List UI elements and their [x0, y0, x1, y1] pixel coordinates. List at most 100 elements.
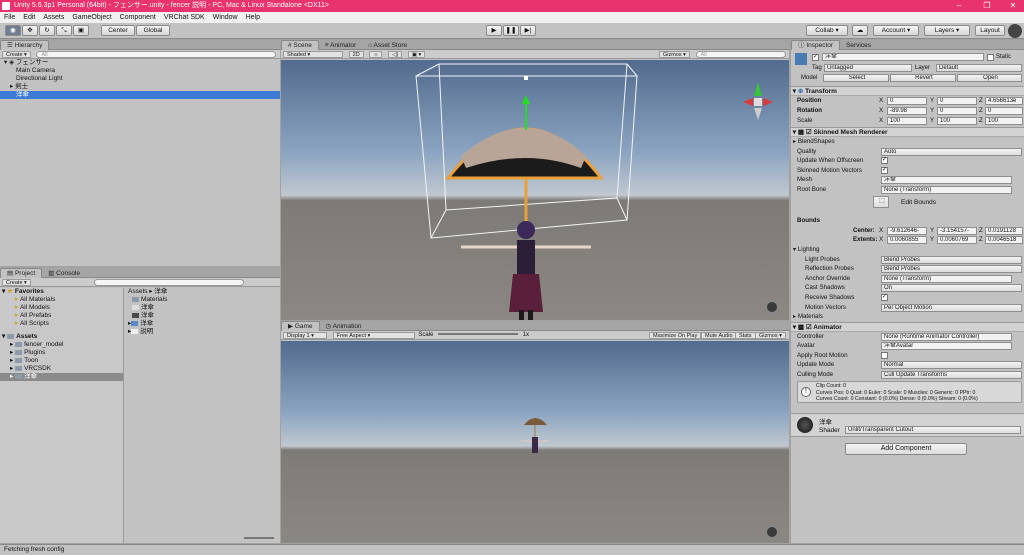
static-checkbox[interactable]: [987, 54, 994, 61]
shader-dropdown[interactable]: Unlit/Transparent Cutout: [845, 426, 1021, 434]
light-probes-dropdown[interactable]: Blend Probes: [881, 255, 1022, 264]
tab-game[interactable]: ▶ Game: [281, 321, 320, 331]
skinned-motion-checkbox[interactable]: ✓: [881, 166, 888, 174]
global-space-button[interactable]: Global: [136, 25, 170, 36]
rotation-y-field[interactable]: 0: [937, 107, 977, 115]
menu-edit[interactable]: Edit: [19, 12, 39, 23]
move-tool-icon[interactable]: ✥: [22, 25, 38, 36]
model-open-button[interactable]: Open: [957, 74, 1022, 82]
position-z-field[interactable]: 4.656613e: [985, 97, 1023, 105]
scale-z-field[interactable]: 100: [985, 117, 1023, 125]
transform-header[interactable]: ▾ ⊕ Transform: [791, 86, 1024, 96]
position-y-field[interactable]: 0: [937, 97, 977, 105]
center-x-field[interactable]: -9.612646-: [887, 226, 927, 235]
menu-assets[interactable]: Assets: [39, 12, 68, 23]
project-search-input[interactable]: [94, 279, 245, 286]
quality-dropdown[interactable]: Auto: [881, 147, 1022, 156]
icon-size-slider[interactable]: [244, 537, 274, 539]
menu-help[interactable]: Help: [242, 12, 264, 23]
lighting-foldout[interactable]: ▾ Lighting: [791, 245, 1024, 255]
mode-2d-toggle[interactable]: 2D: [348, 51, 364, 58]
folder-item[interactable]: ▸ Toon: [0, 357, 123, 365]
update-offscreen-checkbox[interactable]: ✓: [881, 157, 888, 165]
layout-button[interactable]: Layout: [975, 25, 1005, 36]
assets-header[interactable]: ▾ Assets: [0, 333, 123, 341]
scene-root-row[interactable]: ▾ ◈ フェンサー: [0, 59, 280, 67]
asset-item[interactable]: Materials: [126, 296, 280, 304]
play-icon[interactable]: ▶: [486, 25, 502, 36]
position-x-field[interactable]: 0: [887, 97, 927, 105]
maximize-on-play-toggle[interactable]: Maximize On Play: [649, 332, 702, 339]
extents-x-field[interactable]: 0.0060855: [887, 236, 927, 245]
materials-foldout[interactable]: ▸ Materials: [791, 312, 1024, 322]
audio-toggle-icon[interactable]: ◁): [388, 51, 403, 58]
rotation-z-field[interactable]: 0: [985, 107, 1023, 115]
root-bone-field[interactable]: None (Transform): [881, 186, 1012, 194]
cloud-icon[interactable]: ☁: [852, 25, 868, 36]
hierarchy-item[interactable]: Main Camera: [0, 67, 280, 75]
edit-bounds-icon[interactable]: ⬚: [873, 196, 889, 208]
pivot-center-button[interactable]: Center: [101, 25, 135, 36]
active-checkbox[interactable]: ✓: [812, 54, 819, 61]
display-dropdown[interactable]: Display 1 ▾: [283, 332, 327, 339]
menu-component[interactable]: Component: [116, 12, 160, 23]
game-refresh-icon[interactable]: [765, 525, 779, 539]
material-header[interactable]: 洋傘 Shader Unlit/Transparent Cutout: [791, 413, 1024, 437]
rect-tool-icon[interactable]: ▣: [73, 25, 89, 36]
tab-inspector[interactable]: ⓘ Inspector: [791, 40, 841, 50]
folder-item[interactable]: ▸ fencer_model: [0, 341, 123, 349]
tag-dropdown[interactable]: Untagged: [824, 64, 912, 72]
y-axis-arrow-icon[interactable]: [522, 95, 530, 104]
tab-project[interactable]: ▤ Project: [0, 268, 43, 278]
rotation-x-field[interactable]: -89.98: [887, 107, 927, 115]
mesh-field[interactable]: 洋傘: [881, 176, 1012, 185]
orientation-gizmo[interactable]: [743, 82, 773, 120]
hierarchy-item[interactable]: ▸ 剣士: [0, 83, 280, 91]
extents-z-field[interactable]: 0.0046518: [985, 236, 1023, 245]
skinned-mesh-renderer-header[interactable]: ▾ ▦ ☑ Skinned Mesh Renderer: [791, 127, 1024, 137]
root-motion-checkbox[interactable]: [881, 351, 888, 359]
asset-item[interactable]: ▸ 説明: [126, 328, 280, 336]
tab-scene[interactable]: # Scene: [281, 40, 319, 50]
asset-item[interactable]: 洋傘: [126, 304, 280, 312]
favorites-header[interactable]: ▾ ★ Favorites: [0, 288, 123, 296]
effects-dropdown-icon[interactable]: ▣ ▾: [407, 51, 426, 58]
motion-vectors-dropdown[interactable]: Per Object Motion: [881, 303, 1022, 312]
game-viewport[interactable]: [281, 341, 789, 543]
cloud-build-icon[interactable]: [1008, 24, 1022, 38]
asset-item[interactable]: 洋傘: [126, 312, 280, 320]
rotate-tool-icon[interactable]: ↻: [39, 25, 55, 36]
menu-vrchat-sdk[interactable]: VRChat SDK: [160, 12, 209, 23]
minimize-icon[interactable]: –: [950, 0, 968, 12]
lighting-toggle-icon[interactable]: ☼: [369, 51, 383, 58]
folder-item[interactable]: ▸ Plugins: [0, 349, 123, 357]
gizmos-dropdown[interactable]: Gizmos ▾: [659, 51, 690, 58]
model-revert-button[interactable]: Revert: [890, 74, 956, 82]
folder-item[interactable]: ▸ VRCSDK: [0, 365, 123, 373]
layers-button[interactable]: Layers ▾: [924, 25, 970, 36]
scene-search-input[interactable]: All: [695, 51, 786, 58]
aspect-dropdown[interactable]: Free Aspect ▾: [332, 332, 415, 339]
hierarchy-item-selected[interactable]: 洋傘: [0, 91, 280, 99]
tab-hierarchy[interactable]: ☰ Hierarchy: [0, 40, 50, 50]
stats-toggle[interactable]: Stats: [735, 332, 756, 339]
reflection-probes-dropdown[interactable]: Blend Probes: [881, 265, 1022, 274]
object-name-field[interactable]: 洋傘: [822, 53, 984, 61]
extents-y-field[interactable]: 0.0060769: [937, 236, 977, 245]
scene-viewport[interactable]: [281, 60, 789, 320]
scale-x-field[interactable]: 100: [887, 117, 927, 125]
shading-mode-dropdown[interactable]: Shaded ▾: [283, 51, 343, 58]
favorite-item[interactable]: ● All Scripts: [0, 320, 123, 328]
project-create-dropdown[interactable]: Create ▾: [2, 279, 31, 286]
menu-file[interactable]: File: [0, 12, 19, 23]
animator-header[interactable]: ▾ ▩ ☑ Animator: [791, 322, 1024, 332]
scene-refresh-icon[interactable]: [765, 300, 779, 314]
update-mode-dropdown[interactable]: Normal: [881, 361, 1022, 370]
step-icon[interactable]: ▶|: [520, 25, 536, 36]
scale-tool-icon[interactable]: ⤡: [56, 25, 72, 36]
avatar-field[interactable]: 洋傘Avatar: [881, 342, 1012, 351]
game-gizmos-dropdown[interactable]: Gizmos ▾: [755, 332, 786, 339]
menu-gameobject[interactable]: GameObject: [68, 12, 115, 23]
layer-dropdown[interactable]: Default: [936, 64, 1022, 72]
controller-field[interactable]: None (Runtime Animator Controller): [881, 332, 1012, 341]
